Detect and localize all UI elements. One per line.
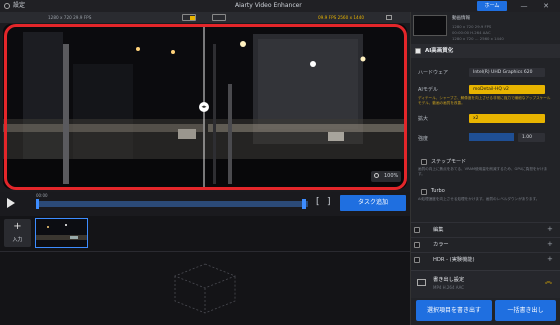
ai-section-title: AI高画質化 bbox=[425, 48, 454, 54]
highlight-frame bbox=[4, 24, 407, 190]
checkbox-icon[interactable] bbox=[414, 242, 420, 248]
app-title: Aiarty Video Enhancer bbox=[235, 2, 302, 9]
mark-in-button[interactable]: [ bbox=[316, 197, 320, 207]
export-all-button[interactable]: 一括書き出し bbox=[495, 300, 556, 321]
section-edit-label: 編集 bbox=[433, 227, 444, 233]
export-icon bbox=[417, 279, 426, 286]
settings-label[interactable]: 設定 bbox=[13, 0, 25, 12]
chevron-up-icon[interactable]: ︽ bbox=[545, 276, 552, 286]
add-task-button[interactable]: タスク追加 bbox=[340, 195, 406, 211]
video-info-line-1: 1280 x 720 29.9 FPS bbox=[452, 24, 492, 29]
close-button[interactable]: ✕ bbox=[540, 0, 552, 12]
scale-label: 拡大 bbox=[418, 116, 429, 122]
title-bar: 設定 Aiarty Video Enhancer ホーム — ✕ bbox=[0, 0, 560, 12]
clip-thumbnail-image bbox=[36, 219, 87, 247]
stepmode-description: 画質の向上に焦点をあてる、VRAM使用量を削減するため、GPUに負担をかけます。 bbox=[418, 167, 548, 176]
scale-select[interactable]: x2 bbox=[469, 114, 545, 123]
export-selected-button[interactable]: 選択項目を書き出す bbox=[416, 300, 492, 321]
hardware-label: ハードウェア bbox=[418, 70, 449, 76]
stepmode-label: ステップモード bbox=[431, 159, 467, 165]
stepmode-checkbox[interactable] bbox=[421, 159, 427, 165]
divider bbox=[0, 251, 410, 252]
snapshot-icon[interactable] bbox=[386, 15, 392, 20]
hardware-select[interactable]: Intel(R) UHD Graphics 620 bbox=[469, 68, 545, 77]
plus-icon[interactable]: + bbox=[547, 222, 553, 236]
clip-area: + 入力 bbox=[0, 216, 410, 325]
preview-info-bar: 1280 x 720 29.9 FPS 09.9 FPS 2560 x 1440 bbox=[0, 12, 410, 23]
empty-box-icon bbox=[173, 263, 237, 314]
play-icon[interactable] bbox=[7, 198, 15, 208]
video-info-title: 動画情報 bbox=[452, 16, 470, 21]
plus-icon[interactable]: + bbox=[547, 237, 553, 251]
checkbox-icon[interactable] bbox=[414, 257, 420, 263]
clip-thumbnail[interactable] bbox=[35, 218, 88, 248]
section-hdr[interactable]: HDR - (実験機能) + bbox=[411, 252, 560, 266]
ai-model-select[interactable]: moDetail-HQ v2 bbox=[469, 85, 545, 94]
ai-model-description: ディテール、シャープさ、解像度を向上させる非常に強力で繊細なアップスケールモデル… bbox=[418, 96, 551, 105]
strength-slider[interactable] bbox=[469, 133, 514, 141]
ai-section-header[interactable]: AI高画質化 bbox=[411, 44, 560, 58]
export-settings-title: 書き出し設定 bbox=[433, 277, 465, 283]
add-media-button[interactable]: + 入力 bbox=[4, 219, 31, 247]
home-button[interactable]: ホーム bbox=[477, 1, 507, 11]
plus-icon: + bbox=[13, 221, 22, 232]
output-info: 09.9 FPS 2560 x 1440 bbox=[318, 15, 365, 20]
mark-out-button[interactable]: ] bbox=[327, 197, 331, 207]
timecode: 00:00 bbox=[36, 193, 48, 198]
section-color[interactable]: カラー + bbox=[411, 237, 560, 251]
ai-model-label: AIモデル bbox=[418, 87, 438, 93]
section-hdr-label: HDR - (実験機能) bbox=[433, 257, 475, 263]
playhead[interactable] bbox=[36, 199, 39, 209]
video-info-line-3: 1280 x 720 … 2560 x 1440 bbox=[452, 36, 504, 41]
checkbox-icon[interactable] bbox=[415, 48, 421, 54]
strength-value[interactable]: 1.00 bbox=[518, 133, 545, 142]
plus-icon[interactable]: + bbox=[547, 252, 553, 266]
section-color-label: カラー bbox=[433, 242, 449, 248]
export-settings[interactable]: 書き出し設定 MP4 H.264 AAC ︽ bbox=[411, 270, 560, 298]
turbo-checkbox[interactable] bbox=[421, 189, 427, 195]
turbo-description: AI処理速度を向上させる処理をかけます。画質のレベルダウンがあります。 bbox=[418, 197, 540, 201]
minimize-button[interactable]: — bbox=[518, 0, 530, 12]
strength-label: 強度 bbox=[418, 136, 429, 142]
video-info-line-2: 00:00:00 H.264 AAC bbox=[452, 30, 491, 35]
video-info-thumbnail bbox=[413, 15, 447, 36]
add-media-label: 入力 bbox=[12, 237, 23, 243]
trim-end-handle[interactable] bbox=[302, 199, 306, 209]
section-edit[interactable]: 編集 + bbox=[411, 222, 560, 236]
source-info: 1280 x 720 29.9 FPS bbox=[48, 15, 92, 20]
timeline-track[interactable] bbox=[36, 201, 308, 207]
turbo-label: Turbo bbox=[431, 188, 445, 194]
export-settings-sub: MP4 H.264 AAC bbox=[433, 285, 465, 290]
gear-icon[interactable] bbox=[4, 3, 10, 9]
side-by-side-icon[interactable] bbox=[212, 14, 226, 21]
checkbox-icon[interactable] bbox=[414, 227, 420, 233]
split-view-icon[interactable] bbox=[182, 14, 196, 21]
